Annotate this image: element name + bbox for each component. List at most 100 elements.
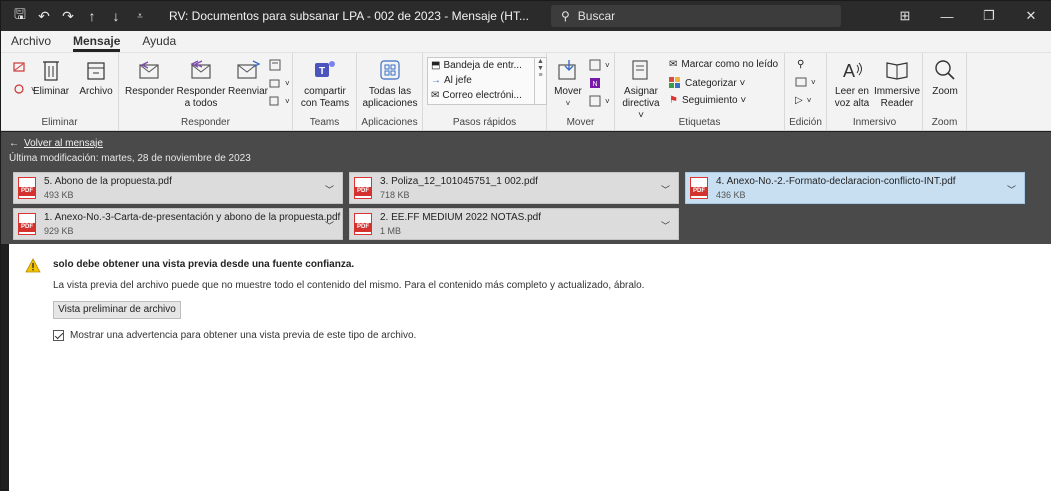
back-to-message-link[interactable]: ← Volver al mensaje [9,138,103,149]
immersive-reader-label-1: Immersive [873,86,921,97]
chevron-down-icon[interactable]: ﹀ [325,219,334,232]
search-icon: ⚲ [560,9,570,23]
assign-policy-button[interactable]: Asignar directiva ˅ [619,57,663,122]
mail-icon: ✉ [431,90,440,101]
categorize-icon [669,77,680,88]
delete-button[interactable]: Eliminar [33,57,69,98]
follow-up-button[interactable]: ⚑ Seguimiento ˅ [669,95,746,106]
search-input[interactable]: ⚲ Buscar [550,5,841,27]
title-bar: 🖫 ↶ ↷ ↑ ↓ ⩡ RV: Documentos para subsanar… [1,1,1051,31]
next-item-icon[interactable]: ↓ [109,8,123,24]
chevron-down-icon[interactable]: ﹀ [1007,183,1016,196]
chevron-down-icon[interactable]: ﹀ [325,183,334,196]
group-teams: T compartir con Teams Teams [293,53,357,131]
customize-toolbar-icon[interactable]: ⩡ [133,11,147,22]
archive-button[interactable]: Archivo [77,57,115,98]
preview-file-button[interactable]: Vista preliminar de archivo [53,301,181,319]
pdf-file-icon: PDF [18,177,36,199]
rules-icon[interactable]: ˅ [589,59,610,71]
immersive-reader-icon [886,62,908,80]
group-zoom: Zoom Zoom [923,53,967,131]
group-label-eliminar: Eliminar [41,117,78,128]
attachment-preview-panel: solo debe obtener una vista previa desde… [9,244,1051,491]
select-icon[interactable]: ▷ ˅ [795,95,811,106]
quick-step-inbox[interactable]: ⬒ Bandeja de entr... [428,58,546,73]
tab-archivo[interactable]: Archivo [11,34,51,52]
save-icon[interactable]: 🖫 [13,4,27,28]
read-aloud-label-2: voz alta [834,98,870,109]
group-label-aplicaciones: Aplicaciones [361,117,418,128]
meeting-reply-icon[interactable] [269,59,281,71]
chevron-down-icon[interactable]: ﹀ [661,219,670,232]
quick-step-email[interactable]: ✉ Correo electróni... [428,88,546,103]
forward-label: Reenviar [227,86,269,97]
restore-icon[interactable]: ❐ [968,8,1010,24]
checkbox-label: Mostrar una advertencia para obtener una… [70,330,417,341]
ribbon-display-icon[interactable]: ⊞ [884,8,926,24]
previous-item-icon[interactable]: ↑ [85,8,99,24]
ignore-icon[interactable] [13,61,25,73]
delete-label: Eliminar [33,86,70,97]
svg-text:T: T [319,66,325,77]
reply-all-button[interactable]: Responder a todos [175,57,227,110]
forward-button[interactable]: Reenviar [227,57,269,98]
show-warning-checkbox[interactable] [53,330,64,341]
attachment-item[interactable]: PDF 2. EE.FF MEDIUM 2022 NOTAS.pdf 1 MB … [349,208,679,240]
group-label-teams: Teams [309,117,340,128]
share-teams-label-1: compartir [304,86,346,97]
zoom-button[interactable]: Zoom [927,57,963,98]
find-icon[interactable]: ⚲ [797,59,804,70]
forward-icon [237,60,261,79]
immersive-reader-button[interactable]: Immersive Reader [873,57,921,110]
move-label: Mover [554,86,582,97]
back-label: Volver al mensaje [24,138,103,149]
onenote-icon[interactable]: N [589,77,601,89]
group-mover: Mover ˅ ˅ N ˅ Mover [547,53,615,131]
message-header: ← Volver al mensaje Última modificación:… [1,132,1051,168]
group-pasos-rapidos: ⬒ Bandeja de entr... → Al jefe ✉ Correo ele… [423,53,547,131]
redo-icon[interactable]: ↷ [61,8,75,25]
group-inmersivo: A Leer en voz alta Immersive Reader Inme… [827,53,923,131]
more-respond-icon[interactable]: ˅ [269,95,290,107]
flag-icon: ⚑ [669,95,678,106]
tab-ayuda[interactable]: Ayuda [142,34,176,52]
quick-steps-gallery: ⬒ Bandeja de entr... → Al jefe ✉ Correo ele… [427,57,547,105]
ribbon: ˅ Eliminar Archivo Eliminar Responder Re… [1,53,1051,131]
im-reply-icon[interactable]: ˅ [269,77,290,89]
ribbon-tabs: Archivo Mensaje Ayuda [1,31,1051,53]
pdf-file-icon: PDF [354,177,372,199]
quick-step-manager[interactable]: → Al jefe [428,73,546,88]
mark-unread-button[interactable]: ✉ Marcar como no leído [669,59,778,70]
attachment-item-selected[interactable]: PDF 4. Anexo-No.-2.-Formato-declaracion-… [685,172,1025,204]
minimize-icon[interactable]: — [926,9,968,24]
all-apps-button[interactable]: Todas las aplicaciones [361,57,419,110]
quick-access-toolbar: 🖫 ↶ ↷ ↑ ↓ ⩡ [1,1,147,31]
quick-steps-scroll[interactable]: ▲ ▼ ≡ [534,58,546,104]
attachment-item[interactable]: PDF 5. Abono de la propuesta.pdf 493 KB … [13,172,343,204]
related-icon[interactable]: ˅ [795,77,816,87]
attachment-item[interactable]: PDF 1. Anexo-No.-3-Carta-de-presentación… [13,208,343,240]
all-apps-label-2: aplicaciones [362,98,418,109]
warning-title: solo debe obtener una vista previa desde… [53,259,355,270]
categorize-button[interactable]: Categorizar ˅ [669,77,745,89]
warning-text: La vista previa del archivo puede que no… [53,280,645,291]
pdf-file-icon: PDF [18,213,36,235]
policy-icon [632,60,648,80]
close-icon[interactable]: ✕ [1010,8,1051,24]
tab-mensaje[interactable]: Mensaje [73,34,121,52]
move-button[interactable]: Mover ˅ [549,57,587,110]
actions-icon[interactable]: ˅ [589,95,610,107]
group-aplicaciones: Todas las aplicaciones Aplicaciones [357,53,423,131]
reply-label: Responder [125,86,174,97]
chevron-down-icon[interactable]: ﹀ [661,183,670,196]
undo-icon[interactable]: ↶ [37,8,51,25]
window-controls: ⊞ — ❐ ✕ [884,1,1051,31]
share-teams-label-2: con Teams [300,98,350,109]
read-aloud-button[interactable]: A Leer en voz alta [831,57,873,110]
share-teams-button[interactable]: T compartir con Teams [297,57,353,110]
reply-all-icon [190,60,211,79]
reply-button[interactable]: Responder [125,57,174,98]
immersive-reader-label-2: Reader [880,98,914,109]
group-label-edicion: Edición [789,117,822,128]
attachment-item[interactable]: PDF 3. Poliza_12_101045751_1 002.pdf 718… [349,172,679,204]
